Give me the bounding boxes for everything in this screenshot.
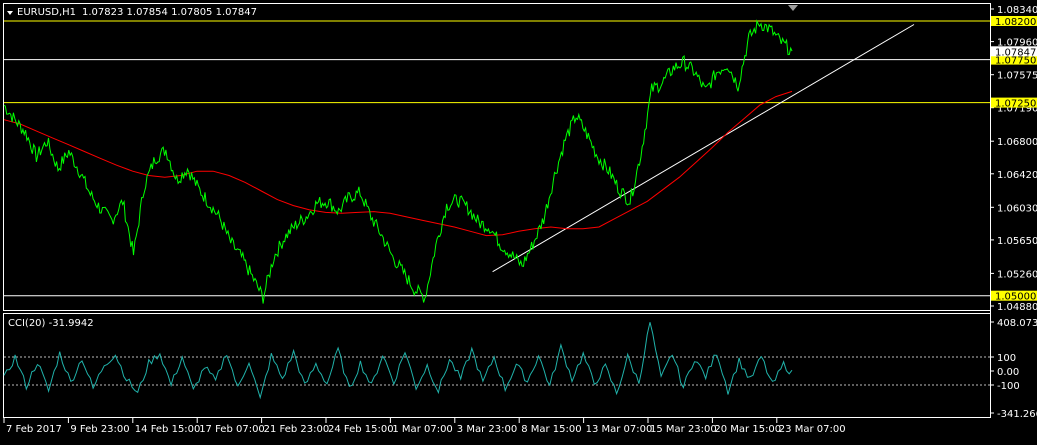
- price-level-tags: 1.082001.077501.072501.050001.07847: [991, 16, 1037, 303]
- level-tag-label-2: 1.07250: [995, 99, 1036, 110]
- time-tick-label-1: 9 Feb 23:00: [70, 424, 129, 435]
- time-tick-label-7: 3 Mar 23:00: [457, 424, 517, 435]
- trendline[interactable]: [492, 24, 915, 273]
- chart-menu-triangle-icon[interactable]: [7, 11, 13, 15]
- cci-series-line: [3, 322, 793, 400]
- time-tick-label-11: 20 Mar 15:00: [714, 424, 781, 435]
- cci-tick-label-2: 0.00: [997, 367, 1019, 378]
- price-panel-frame: [3, 3, 991, 311]
- price-tick-label-4: 1.06800: [997, 137, 1037, 148]
- moving-average-line: [3, 90, 793, 237]
- price-series-line: [3, 19, 793, 304]
- time-tick-label-12: 23 Mar 07:00: [779, 424, 846, 435]
- current-price-label: 1.07847: [995, 47, 1036, 58]
- time-tick-label-9: 13 Mar 07:00: [586, 424, 653, 435]
- price-tick-label-0: 1.08340: [997, 5, 1037, 16]
- time-tick-label-6: 1 Mar 07:00: [392, 424, 452, 435]
- chart-shift-marker-icon[interactable]: [788, 5, 798, 11]
- price-tick-label-8: 1.05260: [997, 269, 1037, 280]
- level-tag-label-3: 1.05000: [995, 292, 1036, 303]
- price-tick-label-5: 1.06420: [997, 170, 1037, 181]
- chart-svg[interactable]: EURUSD,H1 1.07823 1.07854 1.07805 1.0784…: [0, 0, 1037, 441]
- time-tick-label-3: 17 Feb 07:00: [199, 424, 265, 435]
- price-tick-label-7: 1.05650: [997, 236, 1037, 247]
- cci-tick-label-3: -100: [997, 381, 1020, 392]
- cci-tick-label-4: -341.2669: [997, 409, 1037, 420]
- cci-label: CCI(20) -31.9942: [8, 318, 94, 329]
- ohlc-label: 1.07823 1.07854 1.07805 1.07847: [82, 7, 257, 18]
- time-tick-label-8: 8 Mar 15:00: [521, 424, 581, 435]
- time-tick-label-4: 21 Feb 23:00: [264, 424, 330, 435]
- time-axis-ticks: 7 Feb 2017 9 Feb 23:00 14 Feb 15:0017 Feb …: [3, 418, 846, 435]
- horizontal-levels: [4, 20, 990, 297]
- time-tick-label-2: 14 Feb 15:00: [135, 424, 201, 435]
- time-tick-label-10: 15 Mar 23:00: [650, 424, 717, 435]
- symbol-label: EURUSD,H1: [17, 7, 76, 18]
- price-tick-label-2: 1.07575: [997, 71, 1037, 82]
- price-tick-label-6: 1.06030: [997, 203, 1037, 214]
- time-tick-label-0: 7 Feb 2017: [6, 424, 62, 435]
- cci-axis-ticks: 408.0739 100 0.00 -100 -341.2669: [990, 318, 1037, 420]
- cci-tick-label-0: 408.0739: [997, 318, 1037, 329]
- time-tick-label-5: 24 Feb 15:00: [328, 424, 394, 435]
- cci-tick-label-1: 100: [997, 353, 1016, 364]
- price-tick-label-9: 1.04880: [997, 302, 1037, 313]
- level-tag-label-0: 1.08200: [995, 17, 1036, 28]
- cci-panel-frame: [3, 313, 991, 418]
- chart-window[interactable]: EURUSD,H1 1.07823 1.07854 1.07805 1.0784…: [0, 0, 1037, 441]
